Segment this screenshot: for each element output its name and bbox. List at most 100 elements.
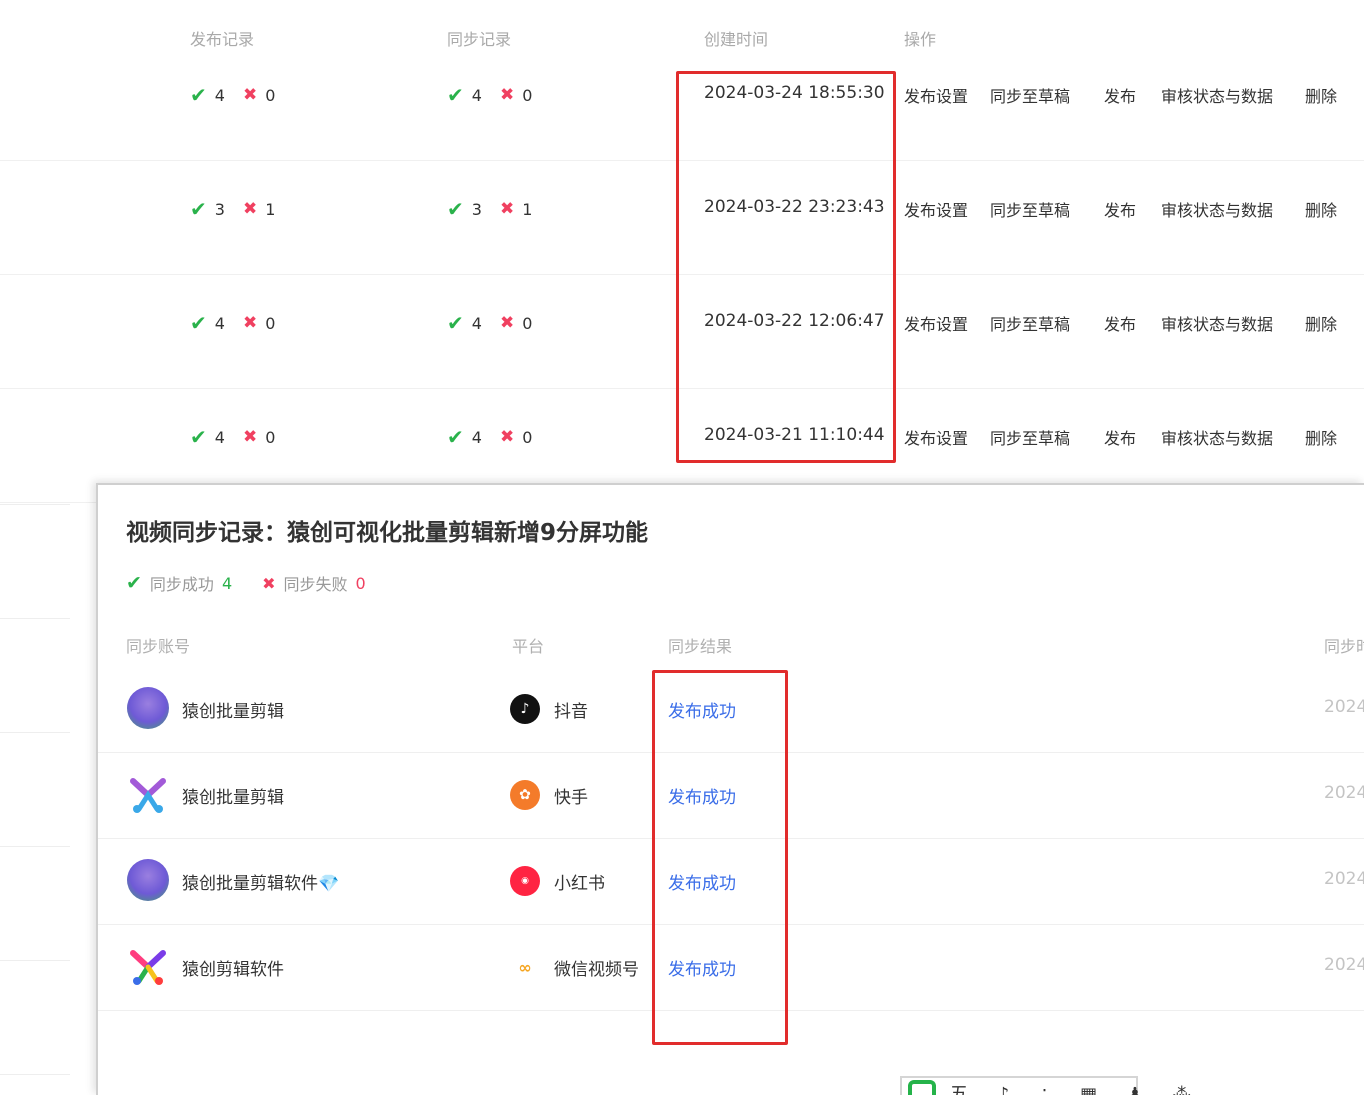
publish-link[interactable]: 发布 <box>1104 197 1136 221</box>
kuaishou-icon: ✿ <box>510 780 540 810</box>
xiaohongshu-icon: ◉ <box>510 866 540 896</box>
delete-link[interactable]: 删除 <box>1305 197 1337 221</box>
platform-name: 微信视频号 <box>554 960 639 980</box>
sync-to-draft-link[interactable]: 同步至草稿 <box>990 311 1070 335</box>
sync-record-cell: ✔ 4 ✖ 0 <box>447 311 532 335</box>
check-icon: ✔ <box>190 425 207 449</box>
publish-settings-link[interactable]: 发布设置 <box>904 197 968 221</box>
publish-record-cell: ✔ 3 ✖ 1 <box>190 197 275 221</box>
publish-success-count: 4 <box>214 427 225 447</box>
account-name: 猿创批量剪辑软件💎 <box>182 874 340 894</box>
delete-link[interactable]: 删除 <box>1305 425 1337 449</box>
avatar <box>127 859 169 901</box>
publish-link[interactable]: 发布 <box>1104 83 1136 107</box>
table-row: 猿创批量剪辑软件💎 ◉ 小红书 发布成功 2024 <box>98 839 1364 925</box>
publish-settings-link[interactable]: 发布设置 <box>904 83 968 107</box>
created-time: 2024-03-24 18:55:30 <box>704 83 885 103</box>
sync-to-draft-link[interactable]: 同步至草稿 <box>990 83 1070 107</box>
created-time: 2024-03-22 12:06:47 <box>704 311 885 331</box>
app-logo-icon <box>908 1080 936 1095</box>
delete-link[interactable]: 删除 <box>1305 83 1337 107</box>
avatar <box>127 945 169 987</box>
review-status-link[interactable]: 审核状态与数据 <box>1161 311 1273 335</box>
row-divider <box>0 846 70 847</box>
publish-fail-count: 0 <box>265 85 276 105</box>
table-row: ✔ 4 ✖ 0 ✔ 4 ✖ 0 2024-03-22 12:06:47 发布设置… <box>0 275 1364 389</box>
publish-settings-link[interactable]: 发布设置 <box>904 311 968 335</box>
row-divider <box>0 960 70 961</box>
cross-icon: ✖ <box>499 427 515 447</box>
table-header: 发布记录 同步记录 创建时间 操作 <box>0 22 1364 50</box>
review-status-link[interactable]: 审核状态与数据 <box>1161 83 1273 107</box>
dialog-title: 视频同步记录：猿创可视化批量剪辑新增9分屏功能 <box>126 520 649 546</box>
created-time: 2024-03-22 23:23:43 <box>704 197 885 217</box>
douyin-icon: ♪ <box>510 694 540 724</box>
publish-link[interactable]: 发布 <box>1104 311 1136 335</box>
sync-success-count: 4 <box>471 427 482 447</box>
header-sync-result: 同步结果 <box>668 637 733 656</box>
table-row: ✔ 3 ✖ 1 ✔ 3 ✖ 1 2024-03-22 23:23:43 发布设置… <box>0 161 1364 275</box>
check-icon: ✔ <box>190 197 207 221</box>
sync-summary: ✔ 同步成功 4 ✖ 同步失败 0 <box>126 571 366 595</box>
cross-icon: ✖ <box>499 199 515 219</box>
cross-icon: ✖ <box>242 199 258 219</box>
wechat-channels-icon: ∞ <box>510 952 540 982</box>
sync-fail-count: 0 <box>522 427 533 447</box>
platform-name: 小红书 <box>554 874 605 894</box>
platform-name: 快手 <box>554 788 588 808</box>
publish-record-cell: ✔ 4 ✖ 0 <box>190 425 275 449</box>
header-sync-account: 同步账号 <box>126 637 191 656</box>
publish-record-cell: ✔ 4 ✖ 0 <box>190 311 275 335</box>
sync-fail-count: 0 <box>522 85 533 105</box>
toolbar-glyphs: 五 ♪ ∴ ▦ ♟ ⁂ <box>950 1084 1203 1095</box>
check-icon: ✔ <box>447 311 464 335</box>
row-divider <box>0 732 70 733</box>
platform-name: 抖音 <box>554 702 588 722</box>
header-platform: 平台 <box>512 637 545 656</box>
sync-to-draft-link[interactable]: 同步至草稿 <box>990 197 1070 221</box>
publish-success-count: 4 <box>214 85 225 105</box>
check-icon: ✔ <box>190 83 207 107</box>
sync-success-count: 4 <box>221 573 233 593</box>
check-icon: ✔ <box>447 83 464 107</box>
publish-link[interactable]: 发布 <box>1104 425 1136 449</box>
sync-to-draft-link[interactable]: 同步至草稿 <box>990 425 1070 449</box>
sync-result-link[interactable]: 发布成功 <box>668 697 736 722</box>
check-icon: ✔ <box>447 425 464 449</box>
publish-success-count: 3 <box>214 199 225 219</box>
avatar <box>127 773 169 815</box>
sync-result-link[interactable]: 发布成功 <box>668 783 736 808</box>
sync-record-cell: ✔ 3 ✖ 1 <box>447 197 532 221</box>
sync-fail-count: 0 <box>355 573 366 593</box>
sync-record-cell: ✔ 4 ✖ 0 <box>447 425 532 449</box>
publish-fail-count: 1 <box>265 199 276 219</box>
avatar <box>127 687 169 729</box>
header-sync-time: 同步时 <box>1324 637 1364 656</box>
table-row: 猿创剪辑软件 ∞ 微信视频号 发布成功 2024 <box>98 925 1364 1011</box>
sync-time: 2024 <box>1324 697 1364 717</box>
row-divider <box>0 504 70 505</box>
table-row: 猿创批量剪辑 ♪ 抖音 发布成功 2024 <box>98 667 1364 753</box>
created-time: 2024-03-21 11:10:44 <box>704 425 885 445</box>
scissors-logo-icon <box>130 950 166 985</box>
account-name: 猿创剪辑软件 <box>182 960 284 980</box>
cross-icon: ✖ <box>499 313 515 333</box>
row-divider <box>0 618 70 619</box>
sync-result-link[interactable]: 发布成功 <box>668 955 736 980</box>
table-row: 猿创批量剪辑 ✿ 快手 发布成功 2024 <box>98 753 1364 839</box>
sync-result-link[interactable]: 发布成功 <box>668 869 736 894</box>
account-name: 猿创批量剪辑 <box>182 702 284 722</box>
review-status-link[interactable]: 审核状态与数据 <box>1161 425 1273 449</box>
check-icon: ✔ <box>447 197 464 221</box>
publish-record-cell: ✔ 4 ✖ 0 <box>190 83 275 107</box>
sync-time: 2024 <box>1324 783 1364 803</box>
sync-success-label: 同步成功 <box>149 575 214 594</box>
sync-fail-count: 1 <box>522 199 533 219</box>
review-status-link[interactable]: 审核状态与数据 <box>1161 197 1273 221</box>
cross-icon: ✖ <box>499 85 515 105</box>
sync-fail-label: 同步失败 <box>283 575 348 594</box>
publish-settings-link[interactable]: 发布设置 <box>904 425 968 449</box>
check-icon: ✔ <box>126 572 142 594</box>
delete-link[interactable]: 删除 <box>1305 311 1337 335</box>
sync-success-count: 3 <box>471 199 482 219</box>
